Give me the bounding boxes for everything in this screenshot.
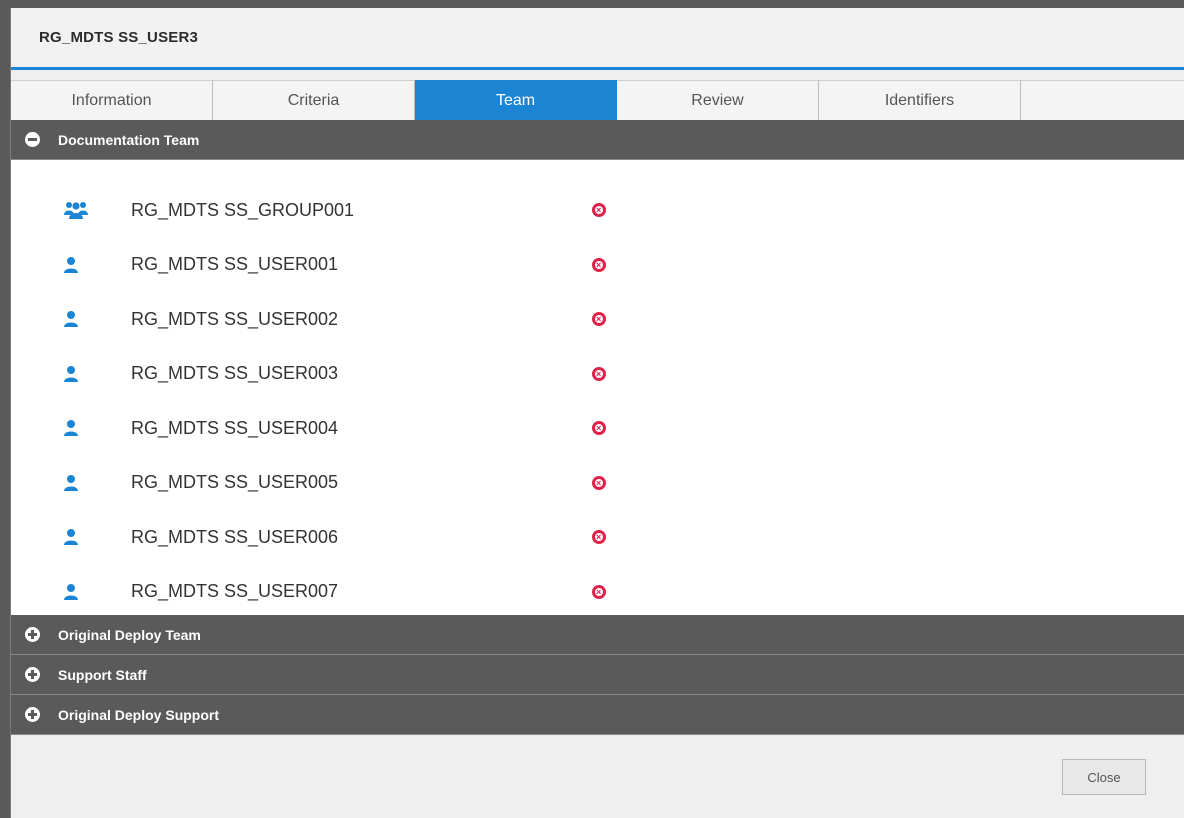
remove-icon[interactable]: × bbox=[592, 421, 606, 436]
section-label: Documentation Team bbox=[58, 131, 200, 148]
tab-information[interactable]: Information bbox=[11, 80, 213, 120]
list-item: RG_MDTS SS_USER001 × bbox=[11, 238, 1184, 293]
section-label: Original Deploy Support bbox=[58, 706, 220, 723]
list-item: RG_MDTS SS_USER004 × bbox=[11, 401, 1184, 456]
member-name: RG_MDTS SS_GROUP001 bbox=[131, 199, 355, 220]
remove-icon[interactable]: × bbox=[592, 530, 606, 545]
list-item: RG_MDTS SS_USER002 × bbox=[11, 292, 1184, 347]
member-name: RG_MDTS SS_USER006 bbox=[131, 526, 339, 547]
tab-identifiers[interactable]: Identifiers bbox=[819, 80, 1021, 120]
user-icon bbox=[63, 474, 113, 492]
user-icon bbox=[63, 310, 113, 328]
section-support-staff[interactable]: Support Staff bbox=[11, 655, 1184, 695]
plus-circle-icon[interactable] bbox=[25, 627, 40, 642]
list-item: RG_MDTS SS_GROUP001 × bbox=[11, 183, 1184, 238]
dialog-footer: Close bbox=[11, 735, 1184, 809]
list-item: RG_MDTS SS_USER003 × bbox=[11, 347, 1184, 402]
section-label: Original Deploy Team bbox=[58, 626, 201, 643]
dialog-titlebar: RG_MDTS SS_USER3 bbox=[11, 8, 1184, 70]
section-documentation-team[interactable]: Documentation Team bbox=[11, 120, 1184, 160]
tab-filler bbox=[1021, 80, 1184, 120]
member-list: RG_MDTS SS_GROUP001 × RG_MDTS SS_USER001 × R… bbox=[11, 160, 1184, 615]
dialog-title: RG_MDTS SS_USER3 bbox=[39, 29, 199, 46]
member-name: RG_MDTS SS_USER005 bbox=[131, 472, 339, 493]
member-name: RG_MDTS SS_USER004 bbox=[131, 417, 339, 438]
member-name: RG_MDTS SS_USER003 bbox=[131, 363, 339, 384]
team-dialog: RG_MDTS SS_USER3 Information Criteria Te… bbox=[10, 8, 1184, 818]
user-icon bbox=[63, 419, 113, 437]
list-item: RG_MDTS SS_USER005 × bbox=[11, 456, 1184, 511]
user-icon bbox=[63, 365, 113, 383]
minus-circle-icon[interactable] bbox=[25, 132, 40, 147]
user-icon bbox=[63, 583, 113, 601]
plus-circle-icon[interactable] bbox=[25, 707, 40, 722]
member-name: RG_MDTS SS_USER002 bbox=[131, 308, 339, 329]
tab-criteria[interactable]: Criteria bbox=[213, 80, 415, 120]
member-name: RG_MDTS SS_USER001 bbox=[131, 254, 339, 275]
tab-bar: Information Criteria Team Review Identif… bbox=[11, 80, 1184, 120]
group-icon bbox=[63, 200, 113, 220]
plus-circle-icon[interactable] bbox=[25, 667, 40, 682]
remove-icon[interactable]: × bbox=[592, 475, 606, 490]
close-button[interactable]: Close bbox=[1062, 759, 1146, 795]
remove-icon[interactable]: × bbox=[592, 312, 606, 327]
list-item: RG_MDTS SS_USER006 × bbox=[11, 510, 1184, 565]
section-label: Support Staff bbox=[58, 666, 147, 683]
member-name: RG_MDTS SS_USER007 bbox=[131, 581, 339, 602]
tab-team[interactable]: Team bbox=[415, 80, 617, 120]
user-icon bbox=[63, 256, 113, 274]
remove-icon[interactable]: × bbox=[592, 584, 606, 599]
section-original-deploy-team[interactable]: Original Deploy Team bbox=[11, 615, 1184, 655]
user-icon bbox=[63, 528, 113, 546]
section-original-deploy-support[interactable]: Original Deploy Support bbox=[11, 695, 1184, 735]
tab-review[interactable]: Review bbox=[617, 80, 819, 120]
remove-icon[interactable]: × bbox=[592, 366, 606, 381]
remove-icon[interactable]: × bbox=[592, 203, 606, 218]
remove-icon[interactable]: × bbox=[592, 257, 606, 272]
list-item: RG_MDTS SS_USER007 × bbox=[11, 565, 1184, 620]
